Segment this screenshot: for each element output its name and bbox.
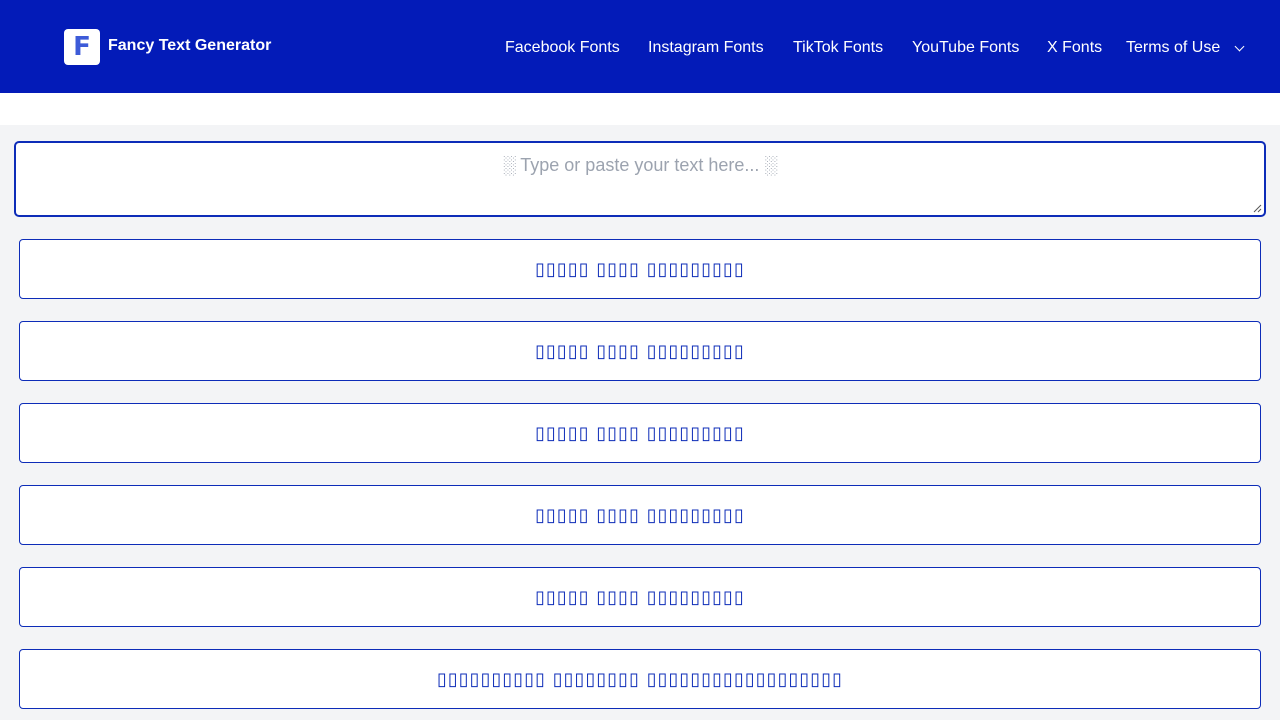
result-text: ▯▯▯▯▯ ▯▯▯▯ ▯▯▯▯▯▯▯▯▯: [535, 586, 745, 608]
text-input[interactable]: [16, 143, 1264, 215]
nav-instagram-fonts[interactable]: Instagram Fonts: [648, 38, 764, 58]
result-text: ▯▯▯▯▯▯▯▯▯▯ ▯▯▯▯▯▯▯▯ ▯▯▯▯▯▯▯▯▯▯▯▯▯▯▯▯▯▯: [436, 668, 844, 690]
result-text: ▯▯▯▯▯ ▯▯▯▯ ▯▯▯▯▯▯▯▯▯: [535, 422, 745, 444]
result-text: ▯▯▯▯▯ ▯▯▯▯ ▯▯▯▯▯▯▯▯▯: [535, 258, 745, 280]
result-card[interactable]: ▯▯▯▯▯▯▯▯▯▯ ▯▯▯▯▯▯▯▯ ▯▯▯▯▯▯▯▯▯▯▯▯▯▯▯▯▯▯: [19, 649, 1261, 709]
site-header: F Fancy Text Generator Facebook Fonts In…: [0, 0, 1280, 93]
result-card[interactable]: ▯▯▯▯▯ ▯▯▯▯ ▯▯▯▯▯▯▯▯▯: [19, 485, 1261, 545]
nav-facebook-fonts[interactable]: Facebook Fonts: [505, 38, 620, 58]
nav-x-fonts[interactable]: X Fonts: [1047, 38, 1102, 58]
result-text: ▯▯▯▯▯ ▯▯▯▯ ▯▯▯▯▯▯▯▯▯: [535, 340, 745, 362]
nav-tiktok-fonts[interactable]: TikTok Fonts: [793, 38, 883, 58]
result-card[interactable]: ▯▯▯▯▯ ▯▯▯▯ ▯▯▯▯▯▯▯▯▯: [19, 239, 1261, 299]
text-input-wrapper: [14, 141, 1266, 217]
result-card[interactable]: ▯▯▯▯▯ ▯▯▯▯ ▯▯▯▯▯▯▯▯▯: [19, 567, 1261, 627]
result-text: ▯▯▯▯▯ ▯▯▯▯ ▯▯▯▯▯▯▯▯▯: [535, 504, 745, 526]
nav-terms-of-use[interactable]: Terms of Use: [1126, 38, 1220, 58]
main-nav: Facebook Fonts Instagram Fonts TikTok Fo…: [0, 38, 1280, 58]
result-card[interactable]: ▯▯▯▯▯ ▯▯▯▯ ▯▯▯▯▯▯▯▯▯: [19, 321, 1261, 381]
nav-youtube-fonts[interactable]: YouTube Fonts: [912, 38, 1019, 58]
result-card[interactable]: ▯▯▯▯▯ ▯▯▯▯ ▯▯▯▯▯▯▯▯▯: [19, 403, 1261, 463]
resize-handle-icon[interactable]: [1252, 203, 1262, 213]
